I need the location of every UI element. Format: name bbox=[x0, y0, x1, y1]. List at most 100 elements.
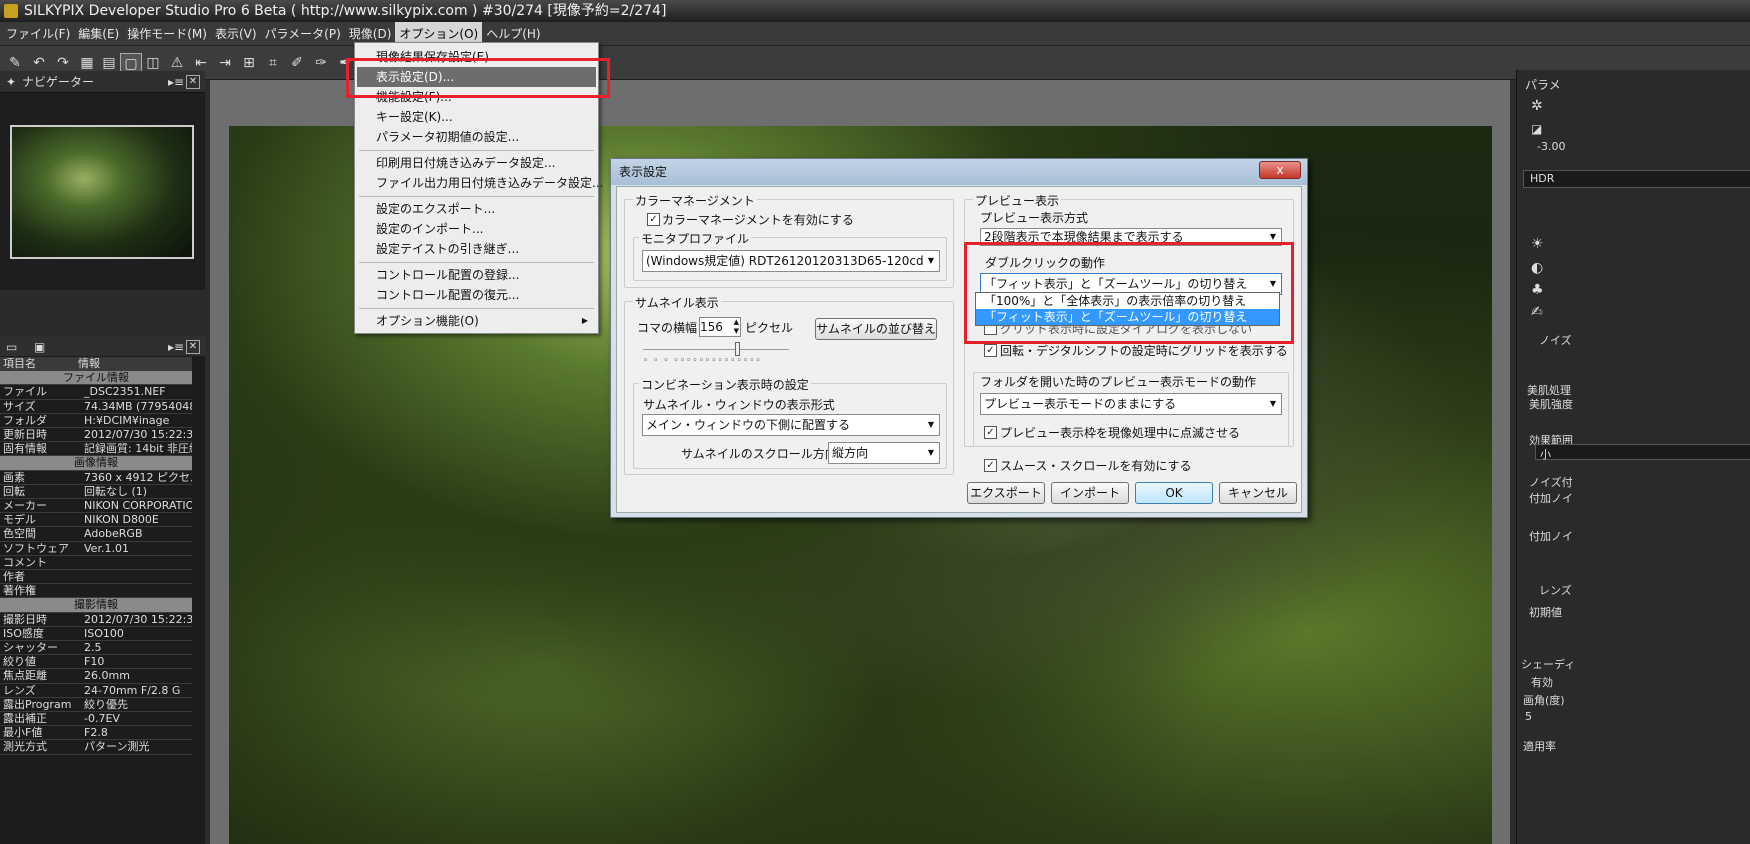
pixel-unit-label: ピクセル bbox=[745, 321, 794, 335]
export-button[interactable]: エクスポート bbox=[967, 482, 1045, 504]
grid-icon[interactable]: ⊞ bbox=[238, 53, 260, 73]
info-key: ISO感度 bbox=[3, 626, 44, 640]
folder-open-select[interactable]: プレビュー表示モードのままにする ▼ bbox=[980, 393, 1282, 415]
preview-view-icon[interactable]: ▢ bbox=[120, 53, 142, 73]
section-shooting-info: 撮影情報 bbox=[0, 598, 192, 613]
close-icon[interactable]: ✕ bbox=[186, 75, 200, 89]
color-management-checkbox[interactable]: ✓ bbox=[647, 213, 660, 226]
warning-icon[interactable]: ⚠ bbox=[166, 53, 188, 73]
menu-item-taste-inherit[interactable]: 設定テイストの引き継ぎ... bbox=[357, 239, 596, 259]
info-row: 色空間 AdobeRGB bbox=[0, 527, 192, 542]
info-key: ファイル bbox=[3, 385, 47, 399]
menu-item-param-defaults[interactable]: パラメータ初期値の設定... bbox=[357, 127, 596, 147]
menu-item-export-settings[interactable]: 設定のエクスポート... bbox=[357, 199, 596, 219]
info-value: 2012/07/30 15:22:38 bbox=[84, 428, 192, 441]
exposure-icon[interactable]: ◪ bbox=[1531, 122, 1542, 136]
cancel-button[interactable]: キャンセル bbox=[1219, 482, 1297, 504]
menu-file[interactable]: ファイル(F) bbox=[2, 22, 74, 46]
folder-tab-icon[interactable]: ▭ bbox=[6, 336, 17, 358]
info-row: ISO感度 ISO100 bbox=[0, 627, 192, 641]
info-key: フォルダ bbox=[3, 413, 47, 427]
spinner-arrows-icon[interactable]: ▲ ▼ bbox=[734, 318, 739, 336]
gear-icon[interactable]: ✲ bbox=[1531, 98, 1543, 114]
panel-menu-icon[interactable]: ▸≡ bbox=[168, 71, 184, 93]
thumbnail-size-slider-thumb[interactable] bbox=[735, 342, 740, 356]
info-row: 固有情報 記録画質: 14bit 非圧縮 bbox=[0, 442, 192, 457]
menu-operation-mode[interactable]: 操作モード(M) bbox=[123, 22, 211, 46]
info-row: フォルダ H:¥DCIM¥inage bbox=[0, 414, 192, 428]
sharpness-icon[interactable]: ✍ bbox=[1531, 304, 1543, 320]
menu-item-option-functions[interactable]: オプション機能(O) ▶ bbox=[357, 311, 596, 331]
effect-range-value[interactable]: 小 bbox=[1540, 446, 1551, 462]
crop-icon[interactable]: ⌗ bbox=[262, 53, 284, 73]
smooth-scroll-checkbox[interactable]: ✓ bbox=[984, 459, 997, 472]
menu-item-print-date[interactable]: 印刷用日付焼き込みデータ設定... bbox=[357, 153, 596, 173]
contrast-icon[interactable]: ◐ bbox=[1531, 260, 1543, 276]
info-key: 固有情報 bbox=[3, 442, 47, 456]
apply-rate-label: 適用率 bbox=[1523, 740, 1556, 753]
scroll-direction-select[interactable]: 縦方向 ▼ bbox=[828, 442, 940, 464]
info-key: ソフトウェア bbox=[3, 541, 69, 555]
menu-item-output-date[interactable]: ファイル出力用日付焼き込みデータ設定... bbox=[357, 173, 603, 193]
prev-icon[interactable]: ⇤ bbox=[190, 53, 212, 73]
menu-parameter[interactable]: パラメータ(P) bbox=[261, 22, 345, 46]
menu-view[interactable]: 表示(V) bbox=[211, 22, 261, 46]
color-icon[interactable]: ♣ bbox=[1531, 282, 1544, 298]
develop-icon[interactable]: ✎ bbox=[4, 53, 26, 73]
chevron-down-icon: ▼ bbox=[927, 256, 935, 265]
menu-edit[interactable]: 編集(E) bbox=[74, 22, 123, 46]
monitor-profile-select[interactable]: (Windows規定値) RDT26120120313D65-120cd ▼ bbox=[642, 250, 940, 272]
section-image-info: 画像情報 bbox=[0, 456, 192, 471]
import-button[interactable]: インポート bbox=[1051, 482, 1129, 504]
menu-separator bbox=[359, 196, 594, 197]
info-value: H:¥DCIM¥inage bbox=[84, 413, 170, 427]
shading-enable-check[interactable]: 有効 bbox=[1531, 674, 1553, 690]
color-management-label: カラーマネージメント bbox=[633, 192, 757, 209]
info-row: 更新日時 2012/07/30 15:22:38 bbox=[0, 428, 192, 443]
redo-icon[interactable]: ↷ bbox=[52, 53, 74, 73]
info-key: モデル bbox=[3, 513, 36, 527]
thumbnail-size-slider-track bbox=[643, 349, 789, 350]
info-key: 露出Program bbox=[3, 697, 72, 711]
noise-section-label: ノイズ bbox=[1539, 334, 1572, 347]
frames-width-spinner[interactable]: 156 ▲ ▼ bbox=[699, 317, 741, 337]
add-noise-label-2: 付加ノイ bbox=[1529, 530, 1573, 543]
thumbnail-view-icon[interactable]: ▦ bbox=[76, 53, 98, 73]
dialog-close-button[interactable]: x bbox=[1259, 161, 1301, 179]
close-icon[interactable]: ✕ bbox=[186, 340, 200, 354]
thumbnail-format-select[interactable]: メイン・ウィンドウの下側に配置する ▼ bbox=[642, 414, 940, 436]
info-key: 画素 bbox=[3, 470, 25, 484]
thumbnail-sort-button[interactable]: サムネイルの並び替え bbox=[815, 318, 937, 340]
next-icon[interactable]: ⇥ bbox=[214, 53, 236, 73]
menu-item-import-settings[interactable]: 設定のインポート... bbox=[357, 219, 596, 239]
pin-icon[interactable]: ✦ bbox=[6, 71, 16, 93]
compare-view-icon[interactable]: ◫ bbox=[142, 53, 164, 73]
chevron-down-icon: ▼ bbox=[927, 448, 935, 457]
brightness-icon[interactable]: ☀ bbox=[1531, 236, 1544, 252]
grid-rotate-checkbox[interactable]: ✓ bbox=[984, 344, 997, 357]
info-key: 最小F値 bbox=[3, 726, 43, 740]
info-value: NIKON CORPORATION bbox=[84, 499, 192, 512]
picker-icon[interactable]: ✐ bbox=[286, 53, 308, 73]
info-key: シャッター bbox=[3, 641, 58, 654]
navigator-thumbnail[interactable] bbox=[10, 125, 194, 259]
menu-item-key-settings[interactable]: キー設定(K)... bbox=[357, 107, 596, 127]
angle-value[interactable]: 5 bbox=[1525, 710, 1532, 723]
combination-view-icon[interactable]: ▤ bbox=[98, 53, 120, 73]
info-value: AdobeRGB bbox=[84, 527, 143, 541]
menu-item-register-layout[interactable]: コントロール配置の登録... bbox=[357, 265, 596, 285]
undo-icon[interactable]: ↶ bbox=[28, 53, 50, 73]
info-value: 回転なし (1) bbox=[84, 484, 148, 498]
initial-value-label[interactable]: 初期値 bbox=[1529, 604, 1562, 620]
highlight-box bbox=[964, 242, 1294, 344]
menu-item-restore-layout[interactable]: コントロール配置の復元... bbox=[357, 285, 596, 305]
info-column-header: 項目名 情報 bbox=[0, 357, 192, 372]
thumbnail-label: サムネイル表示 bbox=[633, 294, 721, 311]
info-value: 74.34MB (77954048By bbox=[84, 399, 192, 413]
spot-icon[interactable]: ✑ bbox=[310, 53, 332, 73]
blink-checkbox[interactable]: ✓ bbox=[984, 426, 997, 439]
info-row: ソフトウェア Ver.1.01 bbox=[0, 542, 192, 556]
panel-menu-icon[interactable]: ▸≡ bbox=[168, 336, 184, 358]
ok-button[interactable]: OK bbox=[1135, 482, 1213, 504]
comment-tab-icon[interactable]: ▣ bbox=[34, 336, 45, 358]
